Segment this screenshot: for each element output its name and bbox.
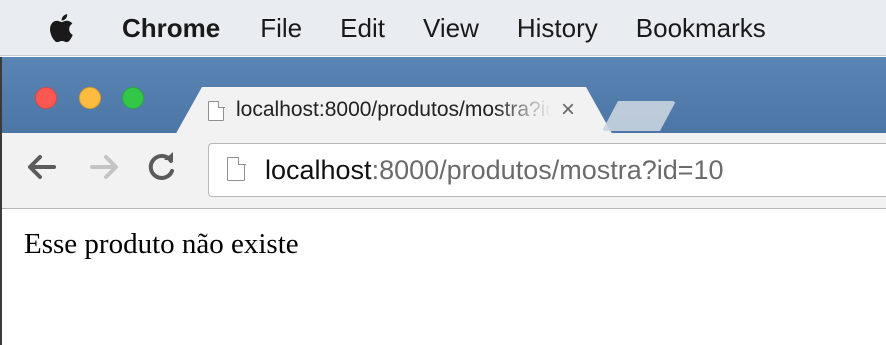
new-tab-button[interactable] xyxy=(602,101,676,131)
menu-file[interactable]: File xyxy=(260,0,302,56)
tab-title: localhost:8000/produtos/mostra?id=10 xyxy=(236,98,546,121)
menu-bookmarks[interactable]: Bookmarks xyxy=(636,0,766,56)
window-minimize-button[interactable] xyxy=(79,87,101,109)
window-close-button[interactable] xyxy=(35,87,57,109)
back-button[interactable] xyxy=(24,147,58,187)
tab-close-icon[interactable]: × xyxy=(556,96,580,124)
arrow-right-icon xyxy=(90,155,118,179)
page-content: Esse produto não existe xyxy=(2,210,886,345)
page-message: Esse produto não existe xyxy=(24,228,299,260)
tab-active[interactable]: localhost:8000/produtos/mostra?id=10 × xyxy=(174,87,614,137)
url-host: localhost xyxy=(265,155,372,185)
arrow-left-icon xyxy=(28,155,56,179)
menu-edit[interactable]: Edit xyxy=(340,0,385,56)
apple-logo-icon[interactable] xyxy=(46,11,74,45)
forward-button[interactable] xyxy=(88,147,122,187)
url-text[interactable]: localhost:8000/produtos/mostra?id=10 xyxy=(265,154,724,186)
browser-toolbar: localhost:8000/produtos/mostra?id=10 xyxy=(2,133,886,209)
macos-menu-bar: Chrome File Edit View History Bookmarks xyxy=(0,0,886,56)
menu-view[interactable]: View xyxy=(423,0,479,56)
window-zoom-button[interactable] xyxy=(122,87,144,109)
tab-strip: localhost:8000/produtos/mostra?id=10 × xyxy=(2,57,886,133)
url-path: :8000/produtos/mostra?id=10 xyxy=(371,155,724,185)
reload-button[interactable] xyxy=(145,147,179,187)
page-icon xyxy=(208,101,224,121)
page-icon xyxy=(227,156,246,181)
browser-window: localhost:8000/produtos/mostra?id=10 × l… xyxy=(0,57,886,345)
reload-icon xyxy=(148,152,174,180)
menu-chrome[interactable]: Chrome xyxy=(122,0,220,56)
menu-history[interactable]: History xyxy=(517,0,598,56)
address-bar[interactable]: localhost:8000/produtos/mostra?id=10 xyxy=(208,143,886,197)
